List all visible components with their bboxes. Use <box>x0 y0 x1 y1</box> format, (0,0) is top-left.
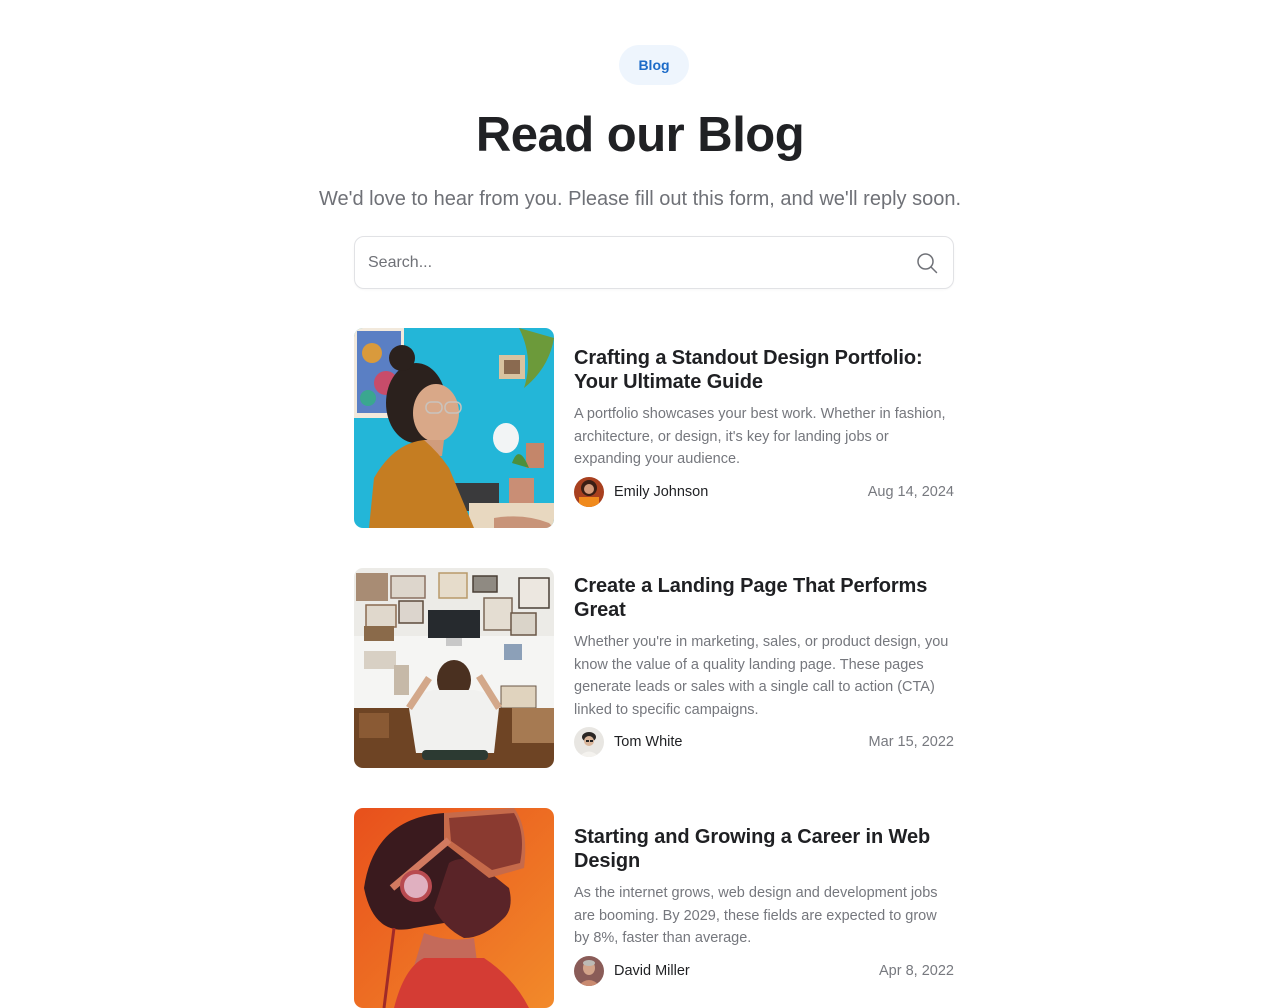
search-icon[interactable] <box>915 251 939 275</box>
post-meta: Emily Johnson Aug 14, 2024 <box>574 476 954 509</box>
page-subtitle: We'd love to hear from you. Please fill … <box>318 188 961 210</box>
post-date: Aug 14, 2024 <box>867 483 954 500</box>
blog-post-card[interactable]: Starting and Growing a Career in Web Des… <box>354 808 954 1008</box>
post-meta: Tom White Mar 15, 2022 <box>574 727 954 759</box>
author-name[interactable]: David Miller <box>614 963 690 979</box>
person-with-vr-headset-photo <box>354 808 554 1008</box>
post-thumbnail[interactable] <box>354 568 554 768</box>
search-box <box>354 236 954 289</box>
post-excerpt: A portfolio showcases your best work. Wh… <box>574 406 946 467</box>
blog-badge: Blog <box>619 45 689 85</box>
author-name[interactable]: Tom White <box>614 734 683 750</box>
post-title[interactable]: Crafting a Standout Design Portfolio: Yo… <box>574 346 954 394</box>
post-title[interactable]: Starting and Growing a Career in Web Des… <box>574 825 954 873</box>
blog-post-card[interactable]: Crafting a Standout Design Portfolio: Yo… <box>354 328 954 528</box>
post-meta: David Miller Apr 8, 2022 <box>574 955 954 988</box>
person-at-desk-photo <box>354 568 554 768</box>
page-title: Read our Blog <box>475 108 805 162</box>
search-input[interactable] <box>368 237 908 288</box>
author-avatar <box>574 476 604 507</box>
woman-with-glasses-photo <box>354 328 554 528</box>
post-thumbnail[interactable] <box>354 328 554 528</box>
post-body: Crafting a Standout Design Portfolio: Yo… <box>574 328 954 509</box>
post-body: Create a Landing Page That Performs Grea… <box>574 568 954 759</box>
post-thumbnail[interactable] <box>354 808 554 1008</box>
blog-post-card[interactable]: Create a Landing Page That Performs Grea… <box>354 568 954 768</box>
author-name[interactable]: Emily Johnson <box>614 484 708 500</box>
post-title[interactable]: Create a Landing Page That Performs Grea… <box>574 574 954 622</box>
post-date: Mar 15, 2022 <box>868 734 954 750</box>
post-excerpt: As the internet grows, web design and de… <box>574 885 938 946</box>
author-avatar <box>574 727 604 757</box>
post-excerpt: Whether you're in marketing, sales, or p… <box>574 634 949 718</box>
author-avatar <box>574 955 604 986</box>
post-body: Starting and Growing a Career in Web Des… <box>574 808 954 988</box>
post-date: Apr 8, 2022 <box>879 962 954 979</box>
